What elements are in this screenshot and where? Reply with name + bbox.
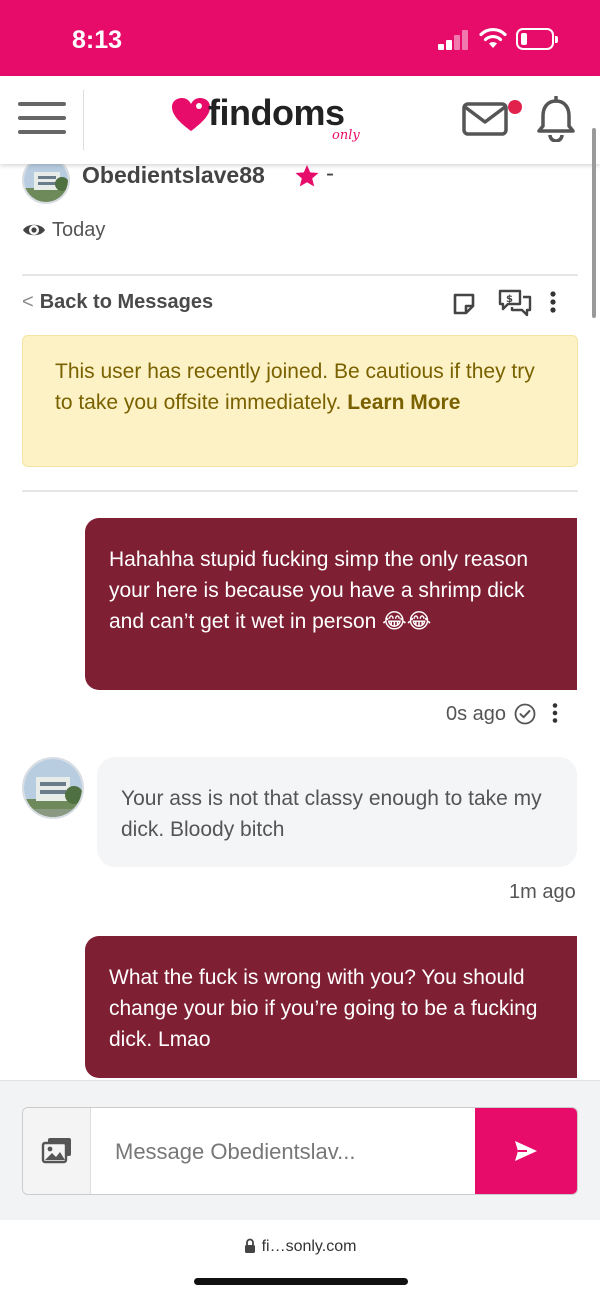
message-time: 1m ago (509, 881, 576, 903)
cellular-signal-icon (438, 30, 470, 50)
more-options-icon[interactable] (548, 290, 558, 314)
image-gallery-icon (41, 1138, 71, 1164)
status-time: 8:13 (72, 26, 123, 54)
wifi-icon (479, 27, 507, 48)
findoms-logo[interactable]: findoms only (172, 90, 382, 150)
send-button[interactable] (475, 1108, 577, 1194)
url-bar[interactable]: fi…sonly.com (0, 1238, 600, 1256)
unread-dot (508, 100, 522, 114)
divider (22, 490, 578, 492)
warning-text: This user has recently joined. Be cautio… (55, 360, 535, 414)
new-user-warning: This user has recently joined. Be cautio… (22, 335, 578, 467)
svg-text:$: $ (506, 294, 513, 305)
message-bubble-outgoing[interactable]: Hahahha stupid fucking simp the only rea… (85, 518, 577, 690)
message-bubble-outgoing[interactable]: What the fuck is wrong with you? You sho… (85, 936, 577, 1078)
logo-text: findoms (208, 92, 345, 133)
message-input[interactable] (115, 1132, 471, 1172)
last-seen-text: Today (52, 219, 106, 241)
note-icon[interactable] (452, 292, 476, 316)
envelope-icon[interactable] (462, 102, 510, 136)
hamburger-menu-icon[interactable] (18, 98, 66, 138)
learn-more-link[interactable]: Learn More (347, 391, 460, 414)
read-check-icon (514, 703, 536, 725)
url-text: fi…sonly.com (261, 1238, 357, 1255)
sender-avatar[interactable] (22, 757, 84, 819)
header-divider (83, 90, 84, 150)
divider (22, 274, 578, 276)
send-arrow-icon (515, 1141, 537, 1161)
browser-bottom-bar: fi…sonly.com (0, 1220, 600, 1298)
star-icon (295, 165, 319, 187)
app-header: findoms only (0, 76, 600, 164)
lock-icon (244, 1238, 255, 1253)
message-time: 0s ago (446, 703, 507, 725)
bell-icon[interactable] (536, 96, 576, 142)
message-bubble-incoming[interactable]: Your ass is not that classy enough to ta… (97, 757, 577, 867)
logo-subtext: only (332, 128, 360, 143)
back-to-messages-link[interactable]: < Back to Messages (22, 291, 213, 314)
eye-icon (23, 224, 45, 236)
message-composer (22, 1107, 578, 1195)
money-chat-icon[interactable]: $ (498, 289, 532, 317)
profile-suffix: - (326, 160, 334, 187)
scrollbar[interactable] (592, 128, 596, 318)
back-label: Back to Messages (39, 291, 214, 313)
battery-icon (516, 28, 558, 50)
message-options-icon[interactable] (550, 702, 560, 724)
status-bar: 8:13 (0, 0, 600, 76)
profile-username[interactable]: Obedientslave88 (82, 162, 265, 189)
home-indicator[interactable] (194, 1278, 408, 1285)
chevron-left-icon: < (22, 291, 34, 313)
attach-media-button[interactable] (23, 1108, 91, 1194)
heart-logo-icon (172, 98, 210, 131)
composer-bar (0, 1080, 600, 1220)
